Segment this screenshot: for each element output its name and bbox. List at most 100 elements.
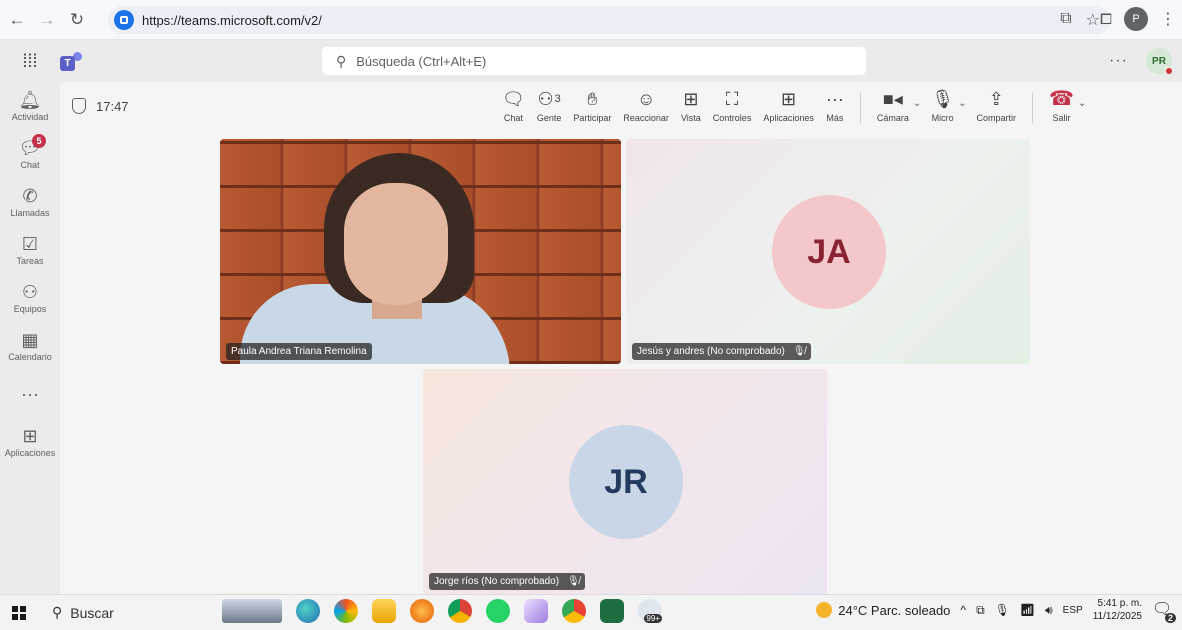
- elapsed-time: 17:47: [96, 98, 129, 114]
- rail-item-aplicaciones[interactable]: ⊞ Aplicaciones: [0, 418, 60, 466]
- rail-item-calendario[interactable]: ▦ Calendario: [0, 322, 60, 370]
- meeting-toolbar: 17:47 🗨︎ Chat ⚇ 3 Gente ✋︎ Participar ☺ R…: [60, 82, 1182, 134]
- user-initials: PR: [1152, 55, 1166, 67]
- avatar-initials: JA: [807, 232, 851, 271]
- address-bar[interactable]: https://teams.microsoft.com/v2/ ⧉ ☆: [108, 6, 1110, 34]
- search-icon: ⚲: [336, 52, 347, 69]
- microphone-icon: 🎙︎: [931, 89, 955, 109]
- tool-label: Chat: [503, 113, 523, 123]
- mic-options-chevron-icon[interactable]: ⌄: [958, 98, 966, 109]
- rail-item-more[interactable]: ···: [0, 370, 60, 418]
- hand-icon: ✋︎: [587, 89, 598, 109]
- participant-video-tile[interactable]: Paula Andrea Triana Remolina: [220, 139, 621, 364]
- widgets-thumbnail[interactable]: [222, 599, 282, 623]
- rail-label: Actividad: [11, 112, 49, 122]
- network-icon[interactable]: 📶︎: [1020, 603, 1035, 617]
- chrome-app-icon[interactable]: [448, 599, 472, 623]
- reload-button[interactable]: ↻: [64, 7, 90, 33]
- tool-label: Vista: [680, 113, 701, 123]
- teams-app-icon[interactable]: 99+: [638, 599, 662, 623]
- participant-name: Paula Andrea Triana Remolina: [231, 346, 367, 357]
- rail-label: Tareas: [16, 256, 44, 266]
- rail-label: Equipos: [13, 304, 47, 314]
- video-subject-face: [344, 183, 448, 305]
- tool-label: Participar: [573, 113, 612, 123]
- leave-options-chevron-icon[interactable]: ⌄: [1078, 98, 1086, 109]
- taskbar-search[interactable]: ⚲ Buscar: [52, 604, 114, 621]
- extensions-icon[interactable]: ⧠: [1100, 11, 1112, 28]
- notification-center-icon[interactable]: 🗨︎ 2: [1152, 599, 1176, 623]
- windows-start-icon[interactable]: [12, 605, 26, 620]
- participant-name-tag: Paula Andrea Triana Remolina: [226, 343, 372, 360]
- rail-item-llamadas[interactable]: ✆ Llamadas: [0, 178, 60, 226]
- tray-app-icon[interactable]: ⧉: [976, 603, 985, 618]
- chrome-profile-app-icon[interactable]: [562, 599, 586, 623]
- tray-mic-icon[interactable]: 🎙︎: [995, 603, 1010, 617]
- share-button[interactable]: ⇪ Compartir: [971, 88, 1023, 123]
- camera-button[interactable]: ■◂ Cámara: [871, 88, 915, 123]
- system-clock[interactable]: 5:41 p. m. 11/12/2025: [1093, 597, 1142, 623]
- tool-label: Aplicaciones: [763, 113, 814, 123]
- browser-menu-icon[interactable]: ⋮: [1160, 9, 1176, 29]
- windows-taskbar: ⚲ Buscar 99+ 24°C Parc. soleado ^ ⧉ 🎙︎ 📶…: [0, 594, 1182, 630]
- mic-button[interactable]: 🎙︎ Micro: [925, 88, 960, 123]
- rail-item-equipos[interactable]: ⚇ Equipos: [0, 274, 60, 322]
- weather-sun-icon: [816, 602, 833, 618]
- rail-item-tareas[interactable]: ☑ Tareas: [0, 226, 60, 274]
- camera-icon: ■◂: [882, 89, 903, 109]
- tray-overflow-chevron-icon[interactable]: ^: [960, 603, 966, 617]
- meeting-timer: 17:47: [72, 98, 129, 114]
- participant-name-tag: Jesús y andres (No comprobado) 🎙︎̸: [632, 343, 811, 360]
- rail-item-chat[interactable]: 💬︎ 5 Chat: [0, 130, 60, 178]
- snipping-tool-icon[interactable]: [524, 599, 548, 623]
- presence-status-icon: [1164, 66, 1174, 76]
- participant-tile[interactable]: JA Jesús y andres (No comprobado) 🎙︎̸: [626, 139, 1030, 364]
- controls-icon: ⛶: [725, 89, 739, 109]
- language-indicator[interactable]: ESP: [1063, 605, 1083, 616]
- url-text: https://teams.microsoft.com/v2/: [142, 12, 322, 28]
- phone-icon: ✆: [22, 186, 38, 206]
- apps-button[interactable]: ⊞ Aplicaciones: [757, 88, 820, 123]
- clock-date: 11/12/2025: [1092, 611, 1142, 622]
- excel-app-icon[interactable]: [600, 599, 624, 623]
- react-button[interactable]: ☺ Reaccionar: [617, 88, 675, 123]
- chat-button[interactable]: 🗨︎ Chat: [496, 88, 531, 123]
- participant-name-tag: Jorge ríos (No comprobado) 🎙︎̸: [429, 573, 585, 590]
- raise-hand-button[interactable]: ✋︎ Participar: [567, 88, 617, 123]
- view-button[interactable]: ⊞ Vista: [675, 88, 707, 123]
- teams-icon: ⚇: [21, 282, 39, 302]
- install-app-icon[interactable]: ⧉: [1060, 10, 1071, 30]
- people-button[interactable]: ⚇ 3 Gente: [531, 88, 568, 123]
- more-actions-button[interactable]: ··· Más: [820, 88, 850, 123]
- firefox-app-icon[interactable]: [410, 599, 434, 623]
- rail-item-actividad[interactable]: 🔔︎ Actividad: [0, 82, 60, 130]
- user-avatar[interactable]: PR: [1146, 48, 1174, 76]
- volume-icon[interactable]: 🔊︎: [1045, 603, 1053, 618]
- weather-widget[interactable]: 24°C Parc. soleado: [816, 602, 950, 618]
- more-icon: ···: [21, 384, 39, 404]
- meeting-stage: 17:47 🗨︎ Chat ⚇ 3 Gente ✋︎ Participar ☺ R…: [60, 82, 1182, 594]
- smiley-icon: ☺: [636, 89, 656, 109]
- teams-header: ⁞⁞⁞ T ⚲ Búsqueda (Ctrl+Alt+E) ··· PR: [0, 40, 1182, 82]
- search-input[interactable]: ⚲ Búsqueda (Ctrl+Alt+E): [322, 47, 866, 75]
- settings-more-button[interactable]: ···: [1109, 52, 1128, 70]
- back-button[interactable]: ←: [4, 7, 30, 33]
- controls-button[interactable]: ⛶ Controles: [707, 88, 758, 123]
- bookmark-star-icon[interactable]: ☆: [1086, 10, 1100, 30]
- profile-avatar[interactable]: P: [1124, 7, 1148, 31]
- site-info-icon[interactable]: [114, 10, 134, 30]
- edge-app-icon[interactable]: [296, 599, 320, 623]
- whatsapp-app-icon[interactable]: [486, 599, 510, 623]
- camera-options-chevron-icon[interactable]: ⌄: [913, 98, 921, 109]
- file-explorer-icon[interactable]: [372, 599, 396, 623]
- participant-tile[interactable]: JR Jorge ríos (No comprobado) 🎙︎̸: [423, 369, 827, 594]
- calendar-icon: ▦: [21, 330, 39, 350]
- forward-button[interactable]: →: [34, 7, 60, 33]
- participant-name: Jorge ríos (No comprobado): [434, 576, 560, 587]
- weather-text: 24°C Parc. soleado: [838, 602, 951, 618]
- photos-app-icon[interactable]: [334, 599, 358, 623]
- leave-button[interactable]: ☎︎ Salir: [1043, 88, 1080, 123]
- app-launcher-icon[interactable]: ⁞⁞⁞: [0, 51, 60, 72]
- add-apps-icon: ⊞: [22, 426, 38, 446]
- toolbar-divider: [1032, 92, 1034, 124]
